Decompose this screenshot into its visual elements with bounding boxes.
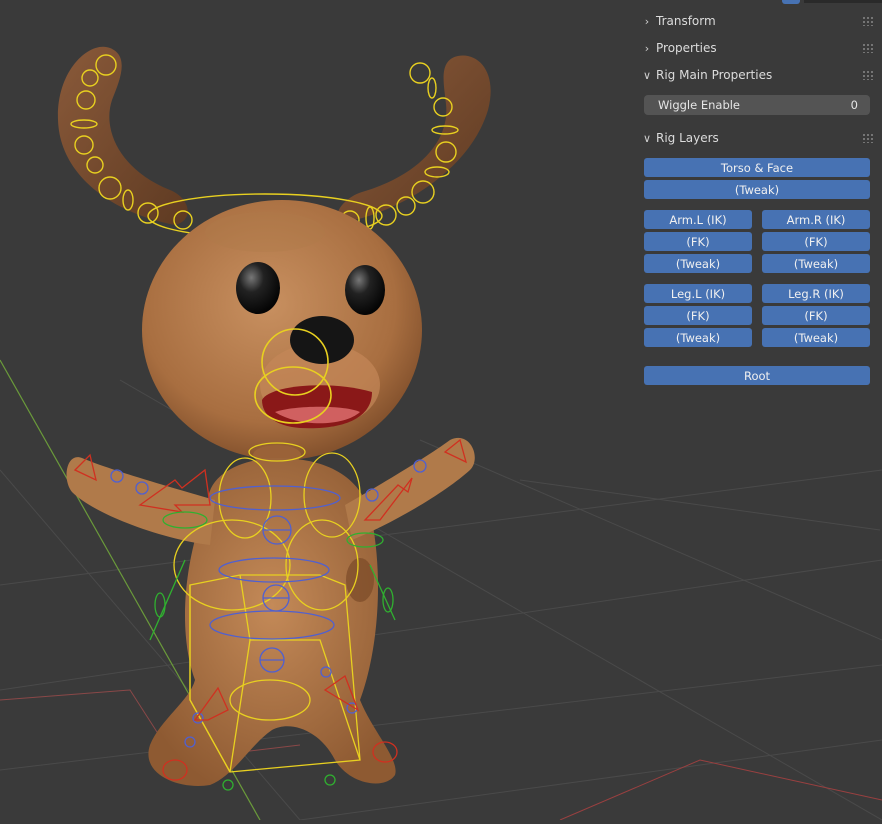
panel-label: Rig Main Properties (656, 68, 773, 82)
layer-leg-l-fk-button[interactable]: (FK) (644, 306, 752, 325)
layer-arm-r-fk-button[interactable]: (FK) (762, 232, 870, 251)
floor-grid (0, 379, 882, 821)
drag-grip-icon[interactable] (862, 43, 874, 53)
n-panel-sidebar: › Transform › Properties ∨ Rig Main Prop… (636, 0, 882, 400)
right-eye (345, 265, 385, 315)
layer-leg-l-ik-button[interactable]: Leg.L (IK) (644, 284, 752, 303)
drag-grip-icon[interactable] (862, 133, 874, 143)
drag-grip-icon[interactable] (862, 16, 874, 26)
toolbar-strip (804, 0, 882, 3)
layer-leg-r-fk-button[interactable]: (FK) (762, 306, 870, 325)
nose (290, 316, 354, 364)
layer-root-button[interactable]: Root (644, 366, 870, 385)
wiggle-enable-label: Wiggle Enable (658, 98, 741, 112)
chevron-right-icon: › (644, 14, 650, 28)
right-arm (345, 437, 475, 540)
layer-torso-tweak-button[interactable]: (Tweak) (644, 180, 870, 199)
chevron-right-icon: › (644, 41, 650, 55)
layer-leg-l-tweak-button[interactable]: (Tweak) (644, 328, 752, 347)
layer-arm-l-tweak-button[interactable]: (Tweak) (644, 254, 752, 273)
layer-arm-r-ik-button[interactable]: Arm.R (IK) (762, 210, 870, 229)
layer-leg-r-tweak-button[interactable]: (Tweak) (762, 328, 870, 347)
layer-arm-l-ik-button[interactable]: Arm.L (IK) (644, 210, 752, 229)
x-axis-line (559, 759, 882, 821)
panel-label: Transform (656, 14, 716, 28)
layer-leg-r-ik-button[interactable]: Leg.R (IK) (762, 284, 870, 303)
panel-header-rig-layers[interactable]: ∨ Rig Layers (640, 127, 876, 149)
wiggle-enable-value: 0 (850, 98, 858, 112)
layer-arm-r-tweak-button[interactable]: (Tweak) (762, 254, 870, 273)
chevron-down-icon: ∨ (642, 131, 652, 145)
panel-header-properties[interactable]: › Properties (640, 37, 876, 59)
drag-grip-icon[interactable] (862, 70, 874, 80)
layer-arm-l-fk-button[interactable]: (FK) (644, 232, 752, 251)
wiggle-enable-field[interactable]: Wiggle Enable 0 (644, 95, 870, 115)
toolbar-tab-indicator[interactable] (782, 0, 800, 4)
panel-header-transform[interactable]: › Transform (640, 10, 876, 32)
panel-label: Properties (656, 41, 717, 55)
layer-torso-face-button[interactable]: Torso & Face (644, 158, 870, 177)
chevron-down-icon: ∨ (642, 68, 652, 82)
panel-header-rig-main-properties[interactable]: ∨ Rig Main Properties (640, 64, 876, 86)
panel-label: Rig Layers (656, 131, 719, 145)
left-eye (236, 262, 280, 314)
